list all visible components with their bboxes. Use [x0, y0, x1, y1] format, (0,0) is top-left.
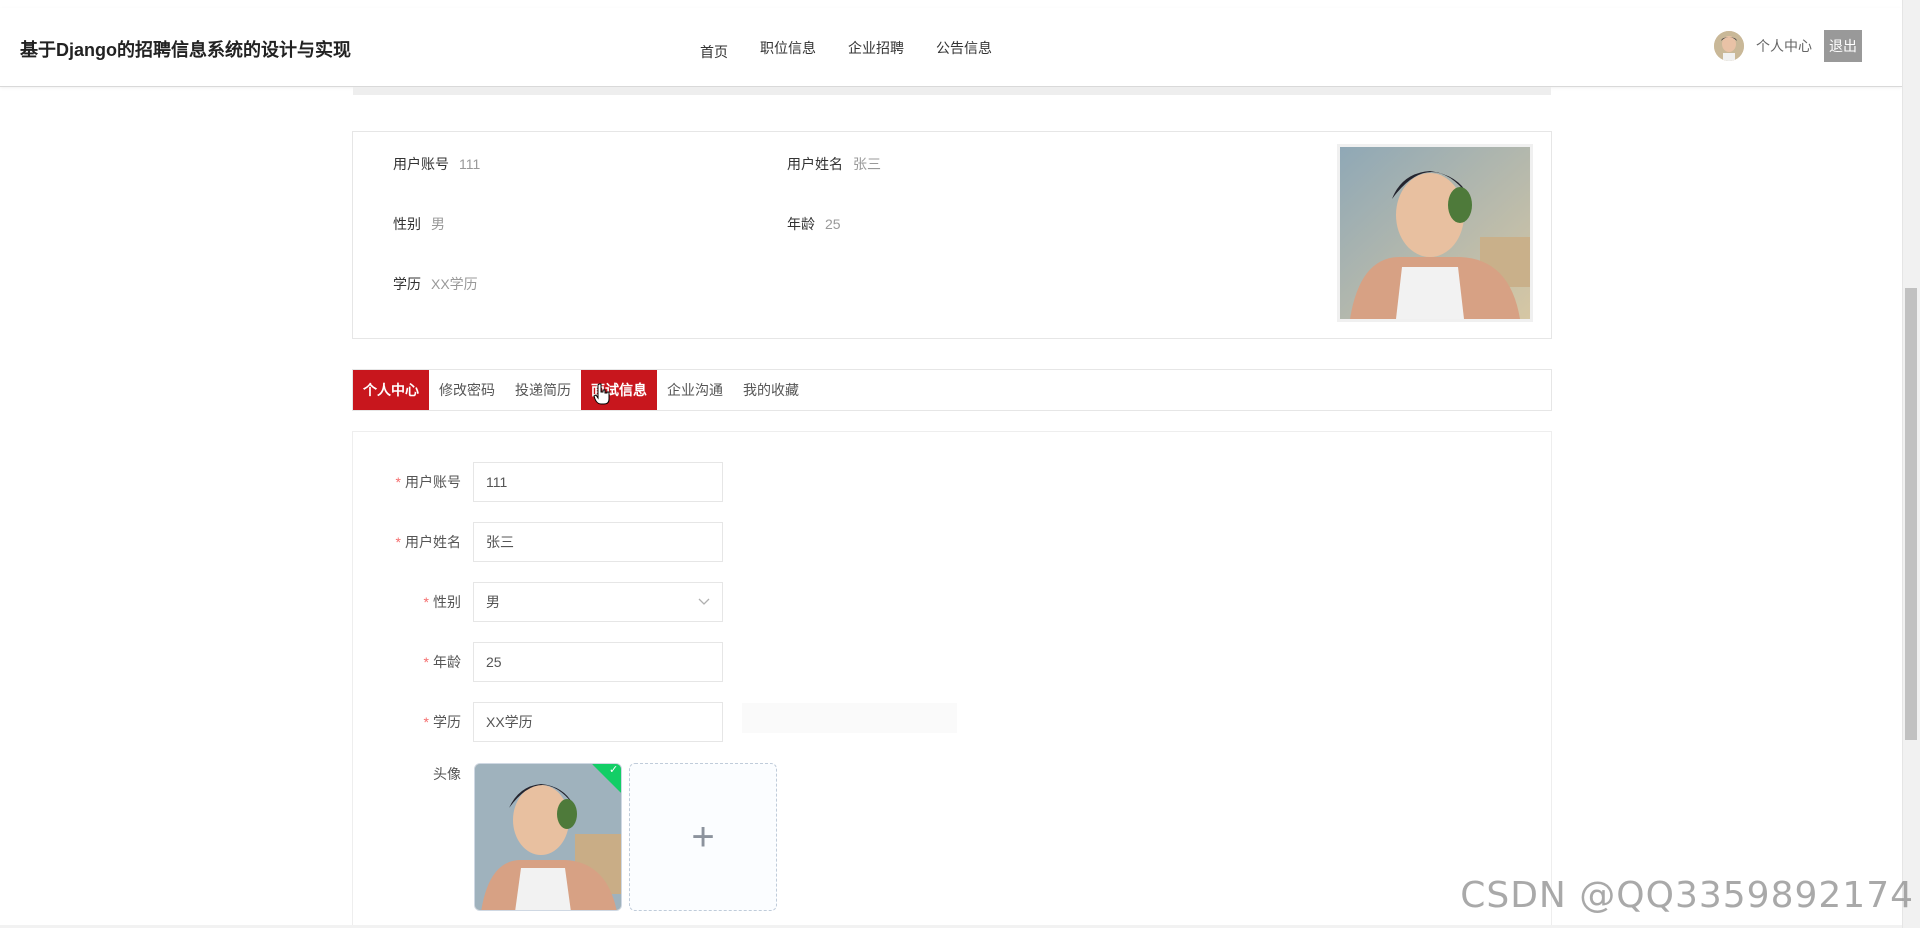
name-input-value: 张三 — [486, 534, 514, 550]
logout-button[interactable]: 退出 — [1824, 30, 1862, 62]
scrollbar-track[interactable] — [1902, 0, 1920, 928]
site-title: 基于Django的招聘信息系统的设计与实现 — [20, 40, 351, 60]
form-label-education-text: 学历 — [433, 714, 461, 730]
info-age-value: 25 — [825, 216, 841, 232]
account-input[interactable]: 111 — [473, 462, 723, 502]
age-input[interactable]: 25 — [473, 642, 723, 682]
user-area: 个人中心 退出 — [1714, 30, 1862, 62]
info-gender: 性别男 — [393, 214, 445, 234]
profile-info-card: 用户账号 111 用户姓名 张三 性别男 年龄 25 学历 XX学历 — [352, 131, 1552, 339]
info-age-label: 年龄 — [787, 216, 815, 232]
watermark-text: CSDN @QQ3359892174 — [1460, 875, 1914, 916]
form-row-avatar: 头像 — [353, 764, 473, 784]
info-name-value: 张三 — [853, 156, 881, 172]
form-label-age-text: 年龄 — [433, 654, 461, 670]
form-label-gender-text: 性别 — [433, 594, 461, 610]
nav-company-recruit[interactable]: 企业招聘 — [848, 38, 904, 62]
form-label-name-text: 用户姓名 — [405, 534, 461, 550]
tab-change-password[interactable]: 修改密码 — [429, 370, 505, 410]
faint-divider — [742, 703, 957, 733]
form-label-age: * 年龄 — [353, 652, 473, 672]
form-row-account: * 用户账号 111 — [353, 462, 753, 502]
form-row-education: * 学历 XX学历 — [353, 702, 753, 742]
tab-company-chat[interactable]: 企业沟通 — [657, 370, 733, 410]
form-row-age: * 年龄 25 — [353, 642, 753, 682]
info-age: 年龄 25 — [787, 214, 841, 234]
user-center-link[interactable]: 个人中心 — [1756, 36, 1812, 56]
gender-select[interactable]: 男 — [473, 582, 723, 622]
top-header: 基于Django的招聘信息系统的设计与实现 首页 职位信息 企业招聘 公告信息 … — [0, 8, 1902, 87]
form-label-account: * 用户账号 — [353, 472, 473, 492]
header-divider-strip — [353, 87, 1551, 95]
tab-my-favorites[interactable]: 我的收藏 — [733, 370, 809, 410]
uploaded-avatar-thumbnail[interactable]: ✓ — [474, 763, 622, 911]
plus-icon: + — [691, 815, 715, 859]
form-row-name: * 用户姓名 张三 — [353, 522, 753, 562]
info-education: 学历 XX学历 — [393, 274, 478, 294]
required-mark: * — [395, 534, 401, 550]
form-label-name: * 用户姓名 — [353, 532, 473, 552]
info-gender-label: 性别 — [393, 216, 421, 232]
avatar[interactable] — [1714, 31, 1744, 61]
info-account-value: 111 — [459, 156, 481, 172]
form-label-education: * 学历 — [353, 712, 473, 732]
form-row-gender: * 性别 男 — [353, 582, 753, 622]
required-mark: * — [423, 594, 429, 610]
hand-cursor-icon — [593, 383, 611, 411]
upload-add-button[interactable]: + — [629, 763, 777, 911]
required-mark: * — [423, 654, 429, 670]
nav-home[interactable]: 首页 — [700, 42, 728, 62]
main-nav: 首页 职位信息 企业招聘 公告信息 — [700, 38, 1024, 62]
form-label-account-text: 用户账号 — [405, 474, 461, 490]
info-education-label: 学历 — [393, 276, 421, 292]
profile-edit-form: * 用户账号 111 * 用户姓名 张三 * 性别 男 * 年龄 25 * 学历 XX学历… — [352, 431, 1552, 928]
form-label-gender: * 性别 — [353, 592, 473, 612]
info-account-label: 用户账号 — [393, 156, 449, 172]
gender-select-value: 男 — [486, 594, 500, 610]
profile-tabs: 个人中心 修改密码 投递简历 面试信息 企业沟通 我的收藏 — [352, 369, 1552, 411]
info-account: 用户账号 111 — [393, 154, 480, 174]
nav-notices[interactable]: 公告信息 — [936, 38, 992, 62]
name-input[interactable]: 张三 — [473, 522, 723, 562]
required-mark: * — [395, 474, 401, 490]
check-icon: ✓ — [609, 763, 619, 776]
info-name: 用户姓名 张三 — [787, 154, 881, 174]
profile-photo — [1337, 144, 1533, 322]
required-mark: * — [423, 714, 429, 730]
tab-personal-center[interactable]: 个人中心 — [353, 370, 429, 410]
education-input[interactable]: XX学历 — [473, 702, 723, 742]
tab-submit-resume[interactable]: 投递简历 — [505, 370, 581, 410]
age-input-value: 25 — [486, 654, 502, 670]
info-gender-value: 男 — [431, 216, 445, 232]
form-label-avatar: 头像 — [433, 766, 461, 782]
info-name-label: 用户姓名 — [787, 156, 843, 172]
account-input-value: 111 — [486, 474, 508, 490]
chevron-down-icon — [698, 595, 710, 609]
info-education-value: XX学历 — [431, 276, 478, 292]
scrollbar-thumb[interactable] — [1905, 288, 1917, 740]
education-input-value: XX学历 — [486, 714, 533, 730]
nav-jobs[interactable]: 职位信息 — [760, 38, 816, 62]
